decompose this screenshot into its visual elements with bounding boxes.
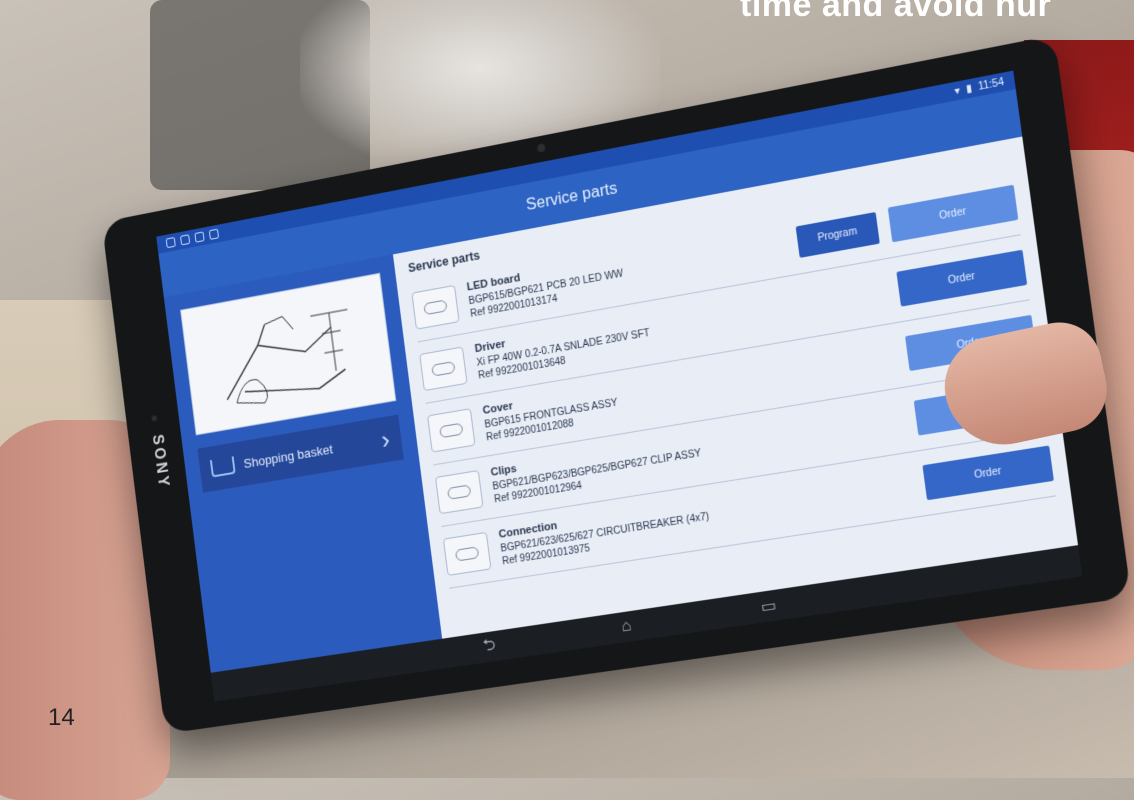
sensor-dot [151,415,158,422]
status-time: 11:54 [977,76,1005,93]
notification-icon [165,237,176,249]
part-thumbnail [434,469,484,515]
part-thumbnail [419,346,468,392]
recents-icon[interactable]: ▭ [760,595,778,617]
part-thumbnail [427,408,476,453]
product-sketch [180,272,397,436]
luminaire-drawing [198,287,377,422]
chevron-right-icon: › [379,424,392,455]
back-icon[interactable]: ⮌ [482,633,498,661]
program-button[interactable]: Program [795,211,880,258]
camera-icon [536,143,546,153]
wifi-icon: ▾ [953,84,961,98]
notification-icon [194,231,205,243]
home-icon[interactable]: ⌂ [621,617,633,636]
order-button[interactable]: Order [896,249,1028,307]
page-title: Service parts [525,180,619,215]
signal-icon: ▮ [965,82,973,95]
order-button[interactable]: Order [887,184,1019,243]
part-thumbnail [411,284,460,330]
shopping-basket-label: Shopping basket [242,441,334,471]
page-number: 14 [48,704,75,731]
order-button[interactable]: Order [922,445,1054,501]
cart-icon [209,456,236,478]
notification-icon [208,228,220,240]
device-brand: SONY [148,433,171,491]
part-thumbnail [442,531,492,576]
tablet-screen: ▾ ▮ 11:54 Service parts Shopping basket … [156,70,1083,702]
notification-icon [180,234,191,246]
